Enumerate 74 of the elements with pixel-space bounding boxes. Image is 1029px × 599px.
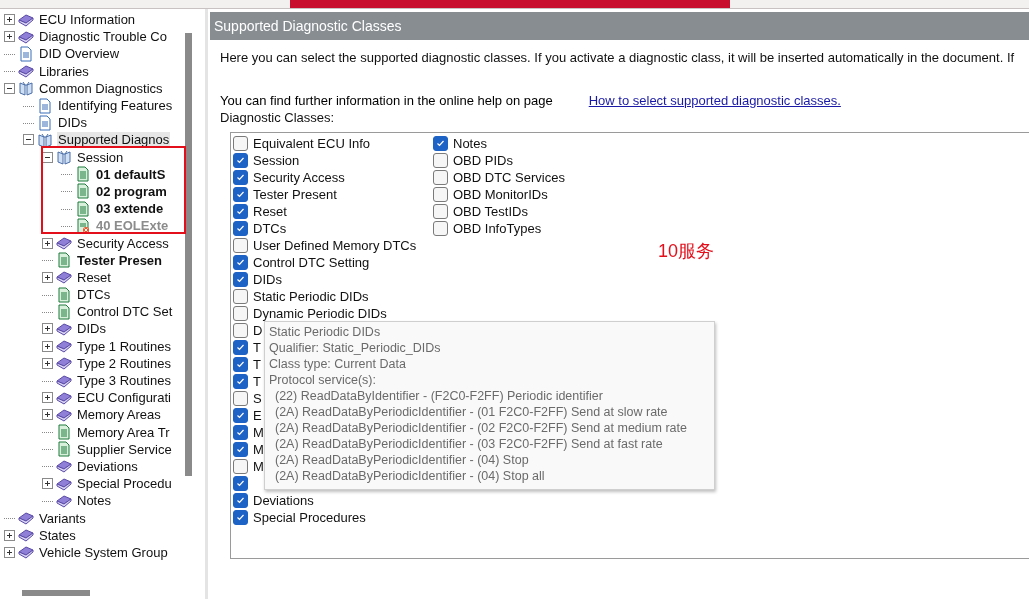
class-label: S xyxy=(253,391,262,406)
class-label: E xyxy=(253,408,262,423)
tree-item[interactable]: Variants xyxy=(38,510,87,526)
tree-item[interactable]: DID Overview xyxy=(38,46,121,62)
tooltip-line: Protocol service(s): xyxy=(269,373,377,389)
class-label: D xyxy=(253,323,263,338)
tree-item[interactable]: Identifying Features xyxy=(57,98,174,114)
tree-item[interactable]: Type 1 Routines xyxy=(76,338,172,354)
tree-item[interactable]: Type 2 Routines xyxy=(76,355,172,371)
tree-item[interactable]: Common Diagnostics xyxy=(38,80,164,96)
tooltip-line: (2A) ReadDataByPeriodicIdentifier - (01 F2C0-F2FF) Send at slow rate xyxy=(274,405,669,421)
class-label: T xyxy=(253,374,261,389)
tree-item[interactable]: Memory Area Tr xyxy=(76,424,171,440)
tree-item[interactable]: Control DTC Set xyxy=(76,304,174,320)
class-label: OBD MonitorIDs xyxy=(453,187,548,202)
tree-item[interactable]: Notes xyxy=(76,493,112,509)
class-label: OBD PIDs xyxy=(453,153,513,168)
tree-item[interactable]: Security Access xyxy=(76,235,170,251)
panel-title: Supported Diagnostic Classes xyxy=(210,12,1029,40)
tree-item[interactable]: Tester Presen xyxy=(76,252,164,268)
help-text: You can find further information in the online help on page xyxy=(220,92,553,108)
class-label: Reset xyxy=(253,204,287,219)
class-label: Notes xyxy=(453,136,487,151)
tree-item[interactable]: Supplier Service xyxy=(76,441,173,457)
tree-item[interactable]: Session xyxy=(76,149,125,165)
class-label: Special Procedures xyxy=(253,510,366,525)
tooltip-line: Class type: Current Data xyxy=(269,357,407,373)
tree-item[interactable]: Vehicle System Group xyxy=(38,544,169,560)
class-label: Equivalent ECU Info xyxy=(253,136,371,151)
tree-item[interactable]: Special Procedu xyxy=(76,476,173,492)
tooltip-line: (2A) ReadDataByPeriodicIdentifier - (04) Stop xyxy=(274,453,530,469)
tree-item[interactable]: DIDs xyxy=(57,115,88,131)
class-label: M xyxy=(253,442,264,457)
class-label: Session xyxy=(253,153,300,168)
tree-item[interactable]: Libraries xyxy=(38,63,90,79)
tree-item[interactable]: 03 extende xyxy=(95,201,165,217)
class-label: Dynamic Periodic DIDs xyxy=(253,306,387,321)
tree-item[interactable]: Type 3 Routines xyxy=(76,373,172,389)
class-label: M xyxy=(253,459,264,474)
annotation-text: 10服务 xyxy=(658,240,715,263)
class-label: DIDs xyxy=(253,272,282,287)
class-label: Control DTC Setting xyxy=(253,255,370,270)
tree-item[interactable]: DTCs xyxy=(76,287,112,303)
tree-item[interactable]: ECU Information xyxy=(38,12,137,28)
tooltip-line: (22) ReadDataByIdentifier - (F2C0-F2FF) Periodic identifier xyxy=(274,389,604,405)
class-label: DTCs xyxy=(253,221,287,236)
class-label: OBD InfoTypes xyxy=(453,221,542,236)
classes-label: Diagnostic Classes: xyxy=(220,110,336,127)
class-label: OBD DTC Services xyxy=(453,170,565,185)
tooltip-line: (2A) ReadDataByPeriodicIdentifier - (04) Stop all xyxy=(274,469,546,485)
class-label: T xyxy=(253,340,261,355)
help-link[interactable]: How to select supported diagnostic classes. xyxy=(588,92,841,108)
tooltip-line: Static Periodic DIDs xyxy=(269,325,382,341)
class-label: Deviations xyxy=(253,493,314,508)
tree-item[interactable]: 02 program xyxy=(95,183,168,199)
tooltip-line: (2A) ReadDataByPeriodicIdentifier - (03 F2C0-F2FF) Send at fast rate xyxy=(274,437,664,453)
tree-item[interactable]: States xyxy=(38,527,77,543)
tooltip-line: Qualifier: Static_Periodic_DIDs xyxy=(269,341,442,357)
class-label: User Defined Memory DTCs xyxy=(253,238,417,253)
tree-item[interactable]: DIDs xyxy=(76,321,107,337)
class-label: T xyxy=(253,357,261,372)
tree-item[interactable]: ECU Configurati xyxy=(76,390,172,406)
class-label: Tester Present xyxy=(253,187,337,202)
class-label: OBD TestIDs xyxy=(453,204,528,219)
class-label: Static Periodic DIDs xyxy=(253,289,369,304)
tree-item[interactable]: Reset xyxy=(76,269,112,285)
tooltip-line: (2A) ReadDataByPeriodicIdentifier - (02 F2C0-F2FF) Send at medium rate xyxy=(274,421,688,437)
tree-item[interactable]: Deviations xyxy=(76,458,139,474)
tree-item[interactable]: Diagnostic Trouble Co xyxy=(38,29,168,45)
tree-item[interactable]: 01 defaultS xyxy=(95,166,167,182)
intro-text: Here you can select the supported diagnostic classes. If you activate a diagnostic class, it will be inserted automatically in the document. If xyxy=(220,50,1016,67)
tree-item[interactable]: Memory Areas xyxy=(76,407,162,423)
class-label: M xyxy=(253,425,264,440)
class-label: Security Access xyxy=(253,170,345,185)
